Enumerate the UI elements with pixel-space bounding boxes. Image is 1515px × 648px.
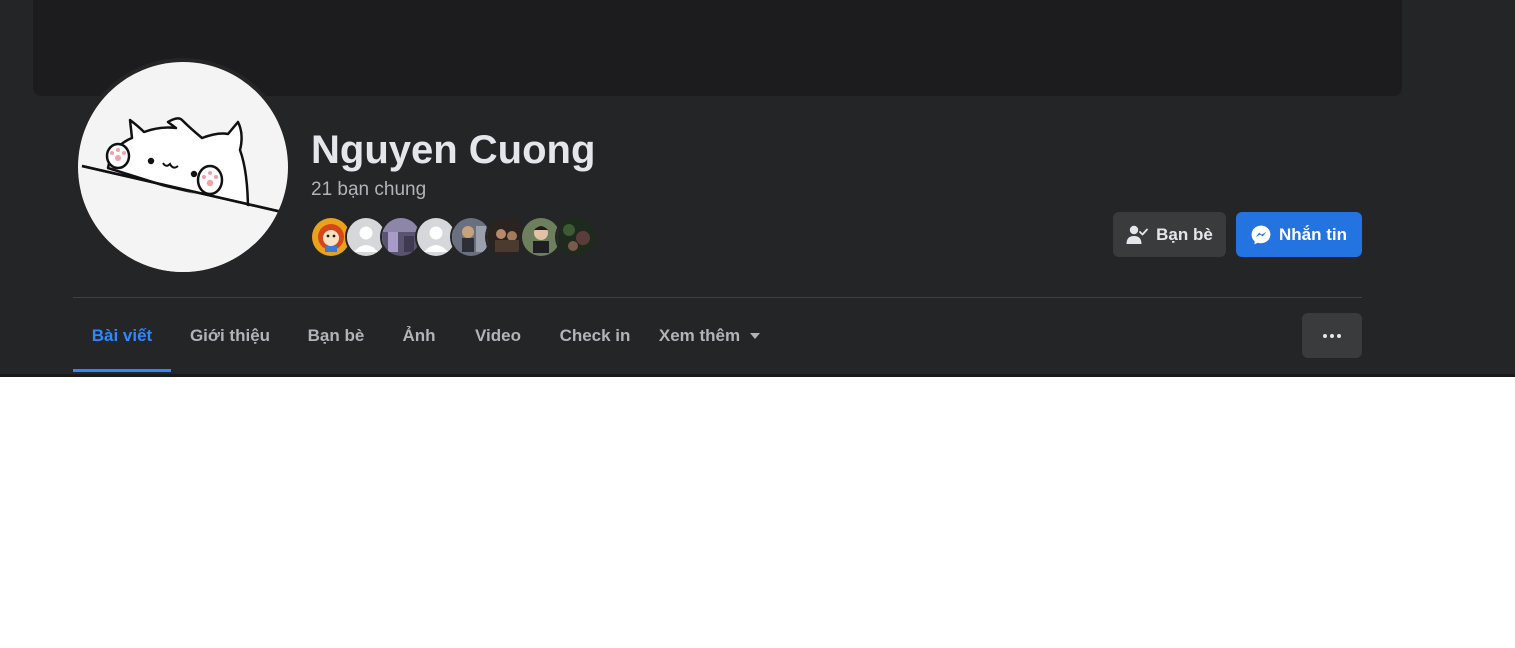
header-divider bbox=[0, 374, 1515, 377]
active-tab-indicator bbox=[73, 369, 171, 372]
tab-label: Bạn bè bbox=[307, 326, 365, 345]
tab-about[interactable]: Giới thiệu bbox=[171, 298, 289, 374]
tab-label: Xem thêm bbox=[658, 326, 741, 345]
tab-label: Video bbox=[475, 326, 521, 345]
profile-name: Nguyen Cuong bbox=[311, 128, 596, 172]
tab-friends[interactable]: Bạn bè bbox=[289, 298, 383, 374]
profile-avatar[interactable] bbox=[74, 58, 292, 276]
tab-label: Bài viết bbox=[91, 326, 153, 345]
caret-down-icon bbox=[749, 332, 761, 340]
tab-check-in[interactable]: Check in bbox=[541, 298, 649, 374]
more-options-button[interactable] bbox=[1302, 313, 1362, 358]
tab-label: Check in bbox=[559, 326, 631, 345]
tab-see-more[interactable]: Xem thêm bbox=[649, 298, 771, 374]
messenger-icon bbox=[1251, 225, 1271, 245]
tab-photos[interactable]: Ảnh bbox=[383, 298, 455, 374]
tab-posts[interactable]: Bài viết bbox=[73, 298, 171, 374]
tab-label: Ảnh bbox=[402, 326, 436, 345]
message-button[interactable]: Nhắn tin bbox=[1236, 212, 1362, 257]
message-button-label: Nhắn tin bbox=[1279, 224, 1347, 244]
mutual-friends-avatars bbox=[310, 216, 610, 258]
friends-button[interactable]: Bạn bè bbox=[1113, 212, 1226, 257]
mutual-friends-count[interactable]: 21 bạn chung bbox=[311, 178, 426, 202]
avatar-image bbox=[78, 62, 288, 272]
mutual-friend-avatar[interactable] bbox=[555, 216, 597, 258]
tab-label: Giới thiệu bbox=[189, 326, 271, 345]
tab-videos[interactable]: Video bbox=[455, 298, 541, 374]
friends-button-label: Bạn bè bbox=[1156, 224, 1213, 244]
person-check-icon bbox=[1126, 225, 1149, 245]
more-dots-icon bbox=[1323, 333, 1341, 338]
